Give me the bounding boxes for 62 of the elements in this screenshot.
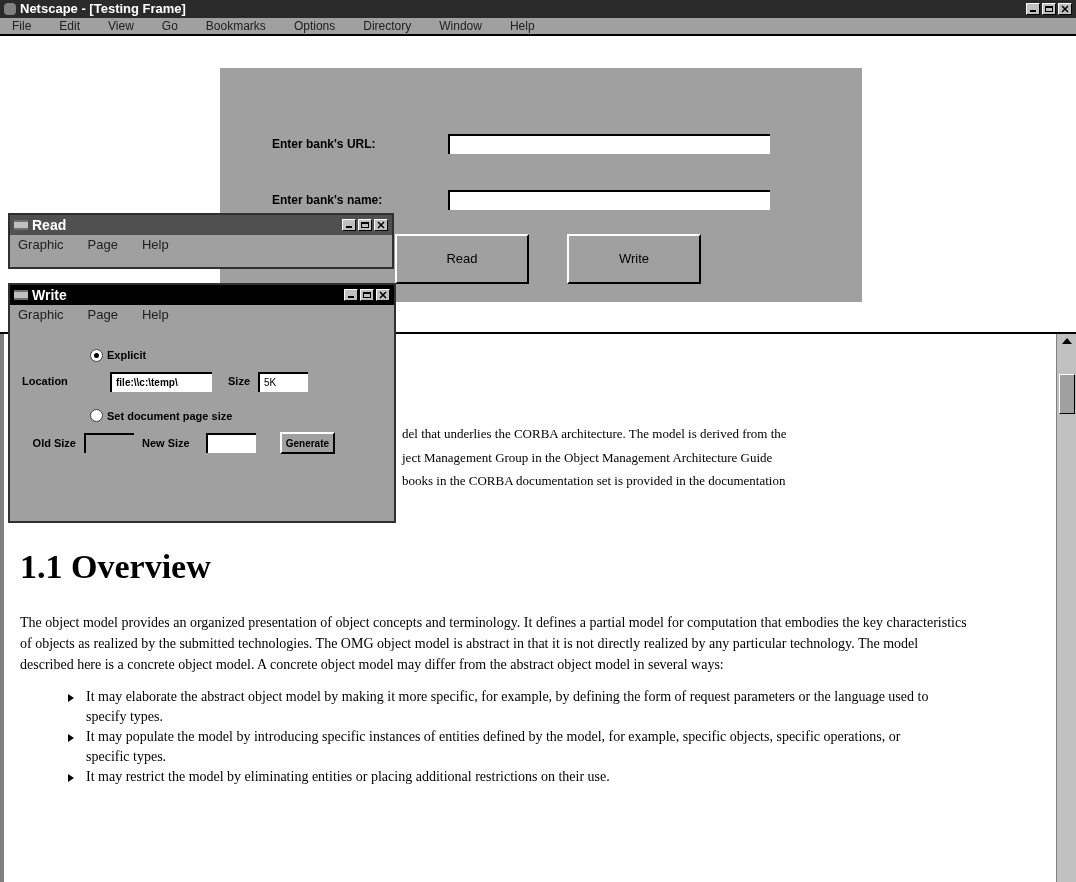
menu-item[interactable]: Go [161,20,178,32]
close-icon[interactable] [374,219,388,231]
radio-label: Set document page size [107,408,233,424]
section-heading: 1.1 Overview [20,546,212,587]
window-title: Read [32,215,67,235]
text-field[interactable] [448,134,770,154]
minimize-icon[interactable] [342,219,356,231]
location-field[interactable]: file:\\c:\temp\ [110,371,212,392]
menu-item[interactable]: Help [509,20,535,32]
radio-button[interactable] [90,348,103,362]
menu-item[interactable]: Graphic [18,235,64,255]
text-line: books in the CORBA documentation set is provided in the documentation [402,472,787,490]
window-title: Write [32,285,67,305]
bullet-icon [68,773,74,782]
text-line: del that underlies the CORBA architecture. The model is derived from the [402,425,788,443]
text-line: ject Management Group in the Object Management Architecture Guide [402,448,774,467]
field-label: Old Size [31,435,76,451]
bullet-icon [68,693,74,702]
form-button[interactable]: Write [567,234,701,284]
scroll-thumb[interactable] [1058,374,1075,414]
bullet-icon [68,733,74,742]
app-icon[interactable] [4,3,16,15]
menu-item[interactable]: Bookmarks [205,20,266,32]
menu-item[interactable]: Page [87,305,118,325]
menu-item[interactable]: File [12,20,32,32]
minimize-icon[interactable] [1026,3,1040,15]
maximize-icon[interactable] [360,289,374,301]
radio-label: Explicit [107,348,147,363]
size-field[interactable]: 5K [258,371,308,392]
menu-item[interactable]: Directory [363,20,412,32]
minimize-icon[interactable] [344,289,358,301]
close-icon[interactable] [376,289,390,301]
list-item-text: It may restrict the model by eliminating entities or placing additional restrictions on their use. [86,767,610,786]
radio-button[interactable] [90,409,103,423]
window-menu-icon[interactable] [14,220,28,230]
field-label: Enter bank's name: [271,192,384,209]
menu-item[interactable]: Options [293,20,336,32]
form-button[interactable]: Read [395,234,529,284]
menu-item[interactable]: Graphic [18,305,64,325]
menu-item[interactable]: Edit [59,20,81,32]
list-item-text: It may populate the model by introducing specific instances of entities defined by the model, for example, specific objects, specific operations, or specific types. [86,727,902,766]
menu-item[interactable]: View [108,20,134,32]
paragraph: The object model provides an organized presentation of object concepts and terminology. It defines a partial model for computation that embodies the key characteristics of objects as realized by the submitted technologies. The OMG object model is abstract in that it is not directly realized by any particular technology. The model described here is a concrete object model. A concrete object model may differ from the abstract object model in several ways: [20,613,968,674]
menu-item[interactable]: Help [141,235,169,255]
new-size-field[interactable] [205,433,256,453]
close-icon[interactable] [1058,3,1072,15]
generate-button[interactable]: Generate [279,432,336,454]
menu-item[interactable]: Page [87,235,118,255]
field-label: Size [228,374,250,390]
menu-item[interactable]: Window [439,20,482,32]
menu-item[interactable]: Help [141,305,169,325]
maximize-icon[interactable] [1042,3,1056,15]
list-item-text: It may elaborate the abstract object model by making it more specific, for example, by defining the form of request parameters or the language used to specify types. [86,687,930,726]
field-label: New Size [142,435,190,451]
window-title: Netscape - [Testing Frame] [20,0,186,19]
scrollbar[interactable] [1056,334,1076,882]
scroll-up-icon[interactable] [1061,338,1072,344]
field-label: Location [22,374,69,390]
text-field[interactable] [448,190,770,210]
field-label: Enter bank's URL: [271,136,377,153]
maximize-icon[interactable] [358,219,372,231]
window-menu-icon[interactable] [14,290,28,300]
